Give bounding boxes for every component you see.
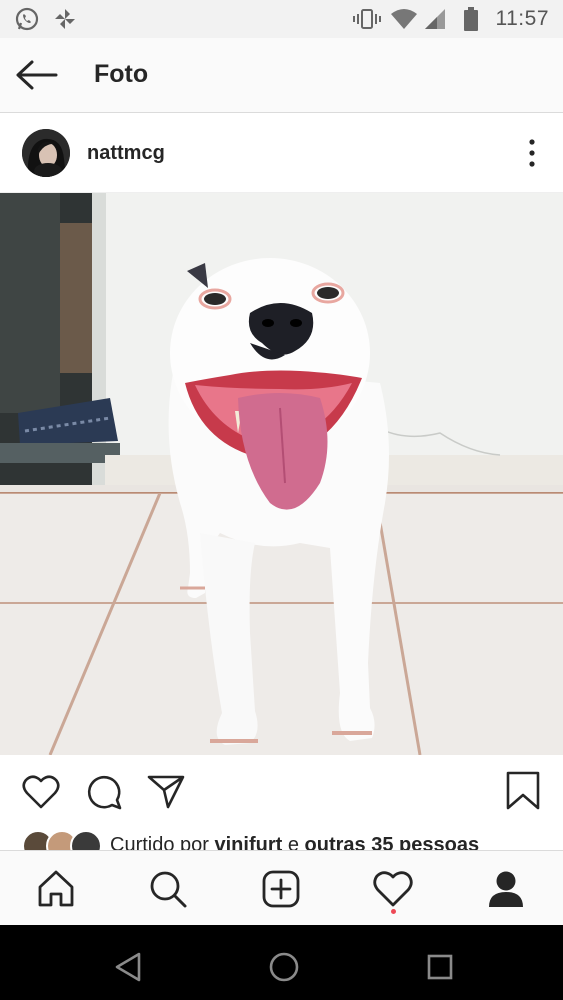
arrow-left-icon[interactable]	[14, 56, 60, 94]
add-post-icon[interactable]	[259, 867, 303, 911]
profile-icon[interactable]	[484, 867, 528, 911]
recents-square-icon[interactable]	[426, 953, 454, 981]
page-title: Foto	[94, 60, 149, 88]
app-header: Foto	[0, 38, 563, 113]
pinwheel-icon	[55, 9, 75, 29]
wifi-icon	[391, 9, 417, 29]
status-bar: 11:57	[0, 0, 563, 38]
avatar[interactable]	[22, 129, 70, 177]
liker-avatar[interactable]	[70, 830, 102, 852]
activity-notification-dot	[391, 909, 396, 914]
vibrate-icon	[353, 9, 381, 29]
whatsapp-icon	[15, 7, 39, 31]
bookmark-icon[interactable]	[505, 771, 541, 811]
activity-heart-icon[interactable]	[371, 867, 415, 911]
back-triangle-icon[interactable]	[113, 951, 143, 983]
post-username[interactable]: nattmcg	[87, 142, 165, 165]
post-header: nattmcg	[0, 118, 563, 193]
cell-signal-icon	[425, 9, 445, 29]
home-icon[interactable]	[34, 867, 78, 911]
likes-row: Curtido por vinifurt e outras 35 pessoas	[0, 826, 563, 852]
comment-icon[interactable]	[84, 772, 124, 812]
share-icon[interactable]	[146, 772, 186, 812]
more-vertical-icon[interactable]	[525, 138, 539, 168]
status-clock: 11:57	[495, 7, 549, 30]
dog-photo	[0, 193, 563, 755]
battery-icon	[464, 7, 478, 31]
android-nav-bar	[0, 925, 563, 1000]
heart-icon[interactable]	[21, 772, 61, 812]
search-icon[interactable]	[146, 867, 190, 911]
bottom-nav	[0, 850, 563, 926]
post-actions	[0, 755, 563, 829]
post-photo[interactable]	[0, 193, 563, 755]
home-circle-icon[interactable]	[268, 951, 300, 983]
